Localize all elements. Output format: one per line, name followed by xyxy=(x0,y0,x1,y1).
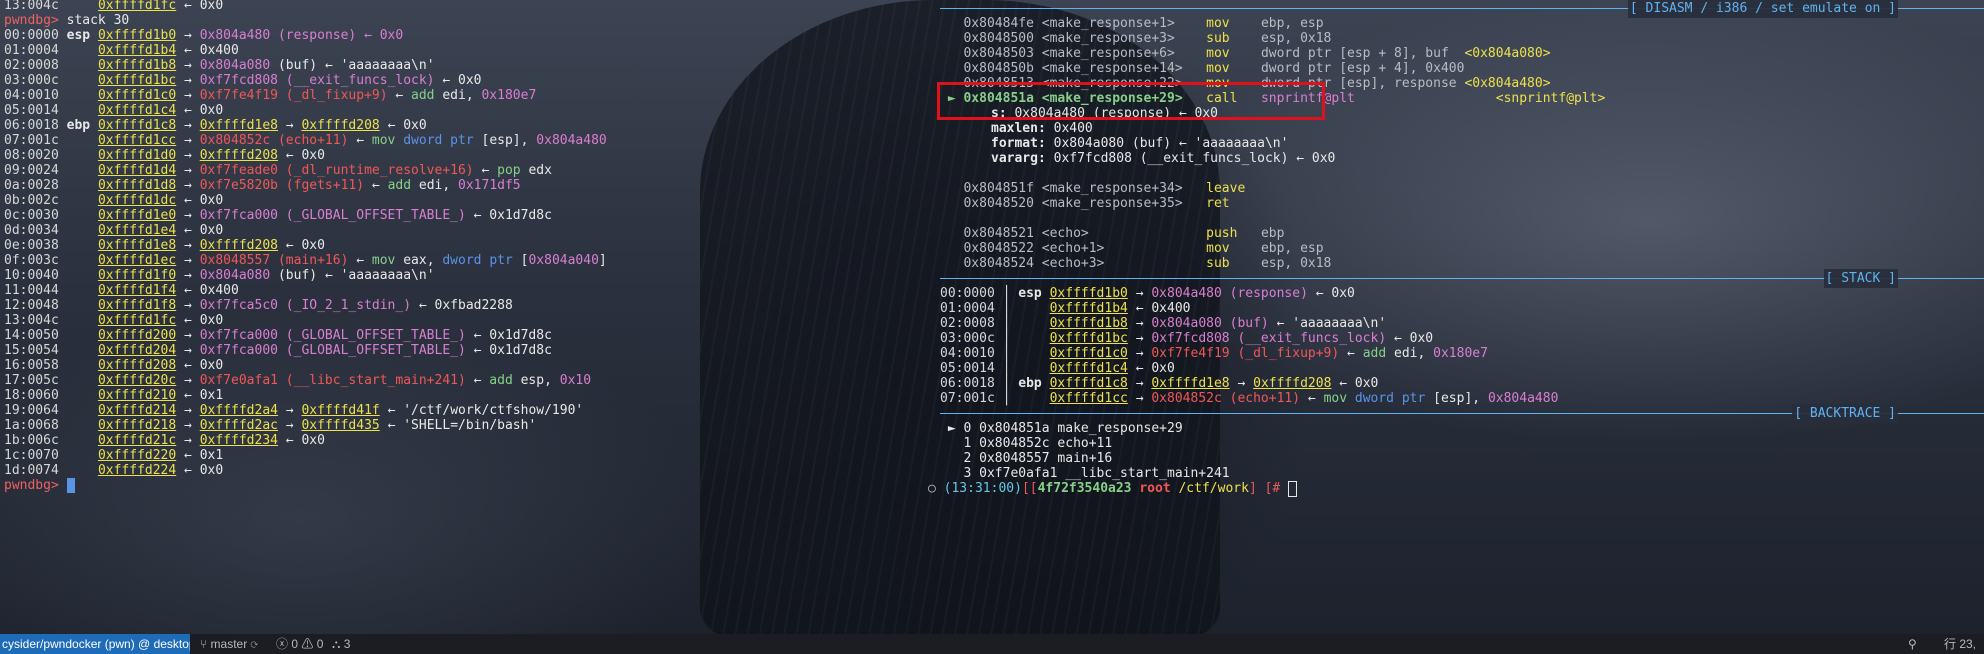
stack-value: ← 0x0 xyxy=(1307,286,1355,301)
stack-value: edx xyxy=(528,163,552,178)
stack-value: dword ptr xyxy=(403,133,482,148)
stack-value: edi, xyxy=(418,178,459,193)
stack-value: add xyxy=(387,178,419,193)
instruction-target: <snprintf@plt> xyxy=(1495,91,1606,106)
stack-value: 0xf7fe4f19 (_dl_fixup+9) xyxy=(199,88,388,103)
stack-value: ← 0x0 xyxy=(176,463,224,478)
prompt: pwndbg> xyxy=(4,478,59,493)
sync-icon: ⟳ xyxy=(250,637,258,651)
stack-value: mov xyxy=(371,133,404,148)
stack-value: ← xyxy=(465,373,490,388)
stack-value: 0xf7fe4f19 (_dl_fixup+9) xyxy=(1151,346,1340,361)
prompt-time: (13:31:00) xyxy=(943,481,1022,496)
ports-icon: ⛬ xyxy=(332,637,341,651)
stack-value: 0xf7e0afa1 (__libc_start_main+241) xyxy=(199,373,466,388)
stack-value: esp, xyxy=(520,373,560,388)
status-bar: cysider/pwndocker (pwn) @ desktop-li... … xyxy=(0,634,1984,654)
stack-value: [esp], xyxy=(481,133,537,148)
stack-value: ← xyxy=(1339,346,1363,361)
instruction-symbol: <make_response+35> xyxy=(1041,196,1207,211)
shell-prompt-line: ○ (13:31:00)[[4f72f3540a23 root /ctf/wor… xyxy=(928,479,1298,498)
instruction-mnemonic: ret xyxy=(1206,196,1261,211)
error-count: 0 xyxy=(291,637,299,651)
stack-value: 0xf7fca5c0 (_IO_2_1_stdin_) xyxy=(199,298,412,313)
stack-value: ← xyxy=(387,88,412,103)
stack-value: ← xyxy=(364,178,388,193)
prompt-user: root xyxy=(1139,481,1171,496)
stack-value: edi, xyxy=(1394,346,1434,361)
prompt-path: /ctf/work xyxy=(1178,481,1249,496)
branch-name: master xyxy=(210,637,248,651)
remote-indicator[interactable]: cysider/pwndocker (pwn) @ desktop-li... xyxy=(0,634,190,654)
disasm-line: 0x8048520 <make_response+35> ret xyxy=(940,194,1261,213)
section-title: [ DISASM / i386 / set emulate on ] xyxy=(1627,0,1898,18)
stack-value: dword ptr xyxy=(442,253,521,268)
current-instruction-highlight xyxy=(937,82,1325,120)
prompt-suffix: [# xyxy=(1264,481,1281,496)
stack-value: ← xyxy=(348,133,372,148)
stack-value: (buf) ← 'aaaaaaaa\n' xyxy=(270,268,435,283)
stack-value: ] xyxy=(598,253,607,268)
git-branch-icon: ⑂ xyxy=(200,637,208,651)
stack-value: 0x180e7 xyxy=(1433,346,1488,361)
stack-value: ← 'SHELL=/bin/bash' xyxy=(379,418,537,433)
stack-value: ← 0x0 xyxy=(176,0,224,13)
section-title: [ BACKTRACE ] xyxy=(1792,404,1898,423)
stack-value: add xyxy=(489,373,521,388)
zoom-icon[interactable]: ⚲ xyxy=(1908,634,1917,654)
argument-name: vararg: xyxy=(991,151,1046,166)
call-argument: vararg: 0xf7fcd808 (__exit_funcs_lock) ←… xyxy=(991,149,1335,168)
prompt-host: 4f72f3540a23 xyxy=(1037,481,1132,496)
command-line: pwndbg> xyxy=(4,476,75,495)
stack-value: ← 0x0 xyxy=(277,433,325,448)
warning-count: 0 xyxy=(316,637,324,651)
argument-value: 0xf7fcd808 (__exit_funcs_lock) ← 0x0 xyxy=(1045,151,1336,166)
branch-indicator[interactable]: ⑂ master ⟳ xyxy=(200,634,258,654)
stack-value: ← 0x1d7d8c xyxy=(465,208,552,223)
stack-value: 0x171df5 xyxy=(458,178,521,193)
terminal-cursor xyxy=(1288,480,1298,497)
stack-value: 0x10 xyxy=(559,373,592,388)
stack-value: 0x804a480 xyxy=(536,133,607,148)
stack-value: add xyxy=(411,88,443,103)
stack-value: (response) ← 0x0 xyxy=(270,28,404,43)
stack-value: ← 0xfbad2288 xyxy=(411,298,513,313)
warning-icon: ⚠ xyxy=(301,637,314,651)
stack-value: 0xf7fca000 (_GLOBAL_OFFSET_TABLE_) xyxy=(199,343,466,358)
ports-count: 3 xyxy=(343,637,351,651)
section-title: [ STACK ] xyxy=(1823,269,1898,288)
error-icon: ⓧ xyxy=(276,637,289,651)
problems-indicator[interactable]: ⓧ 0 ⚠ 0 xyxy=(276,634,323,654)
terminal-cursor xyxy=(66,478,75,493)
stack-address: 0xffffd224 xyxy=(97,463,177,478)
cursor-position[interactable]: 行 23, xyxy=(1944,634,1976,654)
stack-value: 0xf7fca000 (_GLOBAL_OFFSET_TABLE_) xyxy=(199,208,466,223)
instruction-target: <0x804a080> xyxy=(1464,46,1551,61)
stack-value: ← 0x1d7d8c xyxy=(465,343,552,358)
stack-value: 0x804a040 xyxy=(528,253,599,268)
prompt-circle-icon: ○ xyxy=(928,481,944,496)
stack-value: add xyxy=(1362,346,1394,361)
stack-value: 0x180e7 xyxy=(481,88,537,103)
stack-value: edi, xyxy=(442,88,482,103)
stack-value: 0xf7e5820b (fgets+11) xyxy=(199,178,365,193)
instruction-address: 0x8048520 xyxy=(963,196,1034,211)
ports-indicator[interactable]: ⛬ 3 xyxy=(332,634,350,654)
